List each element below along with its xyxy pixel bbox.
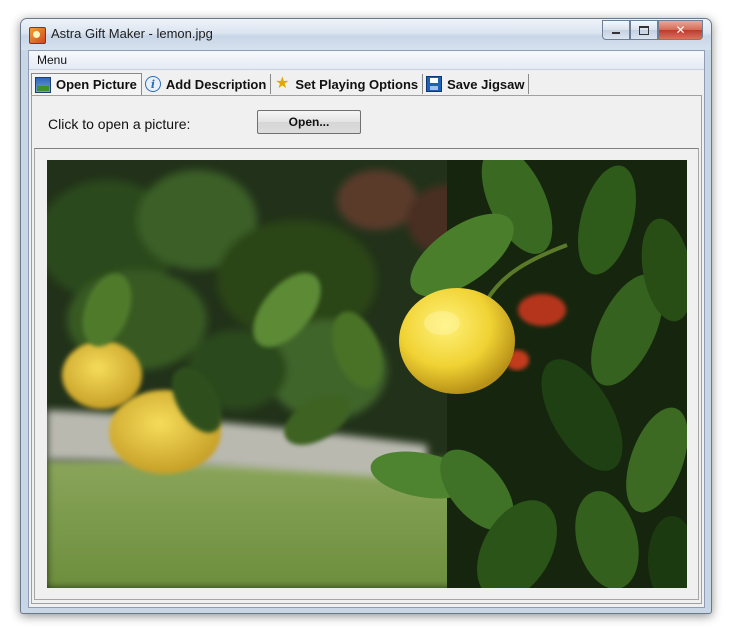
star-icon: ★	[275, 75, 290, 92]
picture-preview-frame	[34, 148, 699, 600]
tab-save-jigsaw[interactable]: Save Jigsaw	[423, 74, 530, 94]
minimize-icon	[612, 32, 620, 34]
caption-buttons: ✕	[602, 20, 703, 40]
maximize-button[interactable]	[630, 20, 658, 40]
app-icon	[29, 27, 46, 44]
client-area: Menu Open Picture i Add Description ★ Se…	[28, 50, 705, 608]
tab-open-picture[interactable]: Open Picture	[31, 73, 142, 95]
tab-label: Add Description	[165, 76, 267, 92]
open-button[interactable]: Open...	[257, 110, 361, 134]
app-window: Astra Gift Maker - lemon.jpg ✕ Menu Open…	[20, 18, 712, 614]
close-icon: ✕	[675, 23, 686, 37]
maximize-icon	[639, 25, 649, 35]
tab-label: Save Jigsaw	[447, 76, 525, 92]
close-button[interactable]: ✕	[658, 20, 703, 40]
menu-bar: Menu	[29, 51, 704, 70]
tab-label: Set Playing Options	[295, 76, 419, 92]
info-icon: i	[144, 76, 161, 92]
tab-add-description[interactable]: i Add Description	[141, 74, 272, 94]
lemon-photo	[47, 160, 687, 588]
picture-icon	[35, 76, 51, 93]
open-picture-panel: Click to open a picture: Open...	[31, 95, 702, 604]
floppy-disk-icon	[426, 76, 443, 92]
minimize-button[interactable]	[602, 20, 630, 40]
tab-set-playing-options[interactable]: ★ Set Playing Options	[271, 74, 424, 94]
lemon-photo-illustration	[47, 160, 687, 588]
title-bar[interactable]: Astra Gift Maker - lemon.jpg ✕	[21, 19, 711, 50]
open-picture-prompt: Click to open a picture:	[48, 116, 191, 132]
window-title: Astra Gift Maker - lemon.jpg	[51, 26, 213, 41]
tab-label: Open Picture	[56, 77, 137, 92]
menu-item-menu[interactable]: Menu	[35, 53, 69, 67]
tab-strip: Open Picture i Add Description ★ Set Pla…	[31, 73, 530, 95]
